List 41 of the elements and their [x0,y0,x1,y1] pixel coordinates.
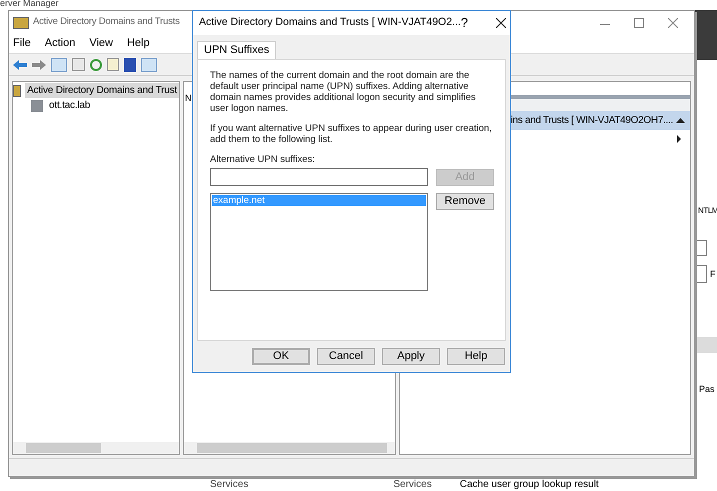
close-icon[interactable] [496,18,506,28]
table-cell: Services [210,480,248,490]
description-text: The names of the current domain and the root domain are the default user principal name (UPN) suffixes. Adding alternative domain names provides additional logon security and simplifies user logon names. [210,70,477,114]
panel-band [695,337,717,353]
dialog-button[interactable]: Help [447,348,505,365]
submenu-arrow-icon[interactable] [677,135,681,143]
scrollbar[interactable] [184,442,395,454]
dialog-title: Active Directory Domains and Trusts [ WIN-VJAT49O2... [199,15,461,30]
forward-icon[interactable] [32,60,46,70]
tree-item[interactable]: ott.tac.lab [47,98,92,113]
field-label: Pas [699,383,715,396]
suffix-input[interactable] [210,168,428,186]
table-cell: Cache user group lookup result [460,480,599,490]
tree-item[interactable]: Active Directory Domains and Trust [25,83,179,98]
menu-item[interactable]: File [13,35,31,52]
window-title: erver Manager [0,0,59,8]
field-label: Alternative UPN suffixes: [210,154,316,165]
window-title: Active Directory Domains and Trusts [33,15,180,30]
domains-icon [13,84,22,96]
back-icon[interactable] [13,60,27,70]
tab[interactable]: UPN Suffixes [197,41,276,59]
help-button[interactable]: ? [460,13,468,33]
app-icon [13,16,29,28]
console-tree-icon[interactable] [51,58,67,72]
field-label: F [710,268,716,281]
remove-button[interactable]: Remove [436,193,494,210]
scrollbar[interactable] [13,442,179,454]
dialog-button[interactable]: Cancel [317,348,375,365]
dialog-button[interactable]: Apply [382,348,440,365]
server-icon [31,100,43,112]
menu-item[interactable]: Action [44,35,76,52]
collapse-icon[interactable] [676,118,685,123]
menu-item[interactable]: Help [126,35,150,52]
menu-item[interactable]: View [89,35,113,52]
table-cell: Services [393,480,432,490]
maximize-icon[interactable] [634,18,644,28]
dialog-button[interactable]: OK [252,348,310,365]
action-pane-icon[interactable] [141,58,157,72]
column-header[interactable]: N [185,93,192,103]
refresh-icon[interactable] [90,58,102,70]
header-bar [695,10,717,60]
